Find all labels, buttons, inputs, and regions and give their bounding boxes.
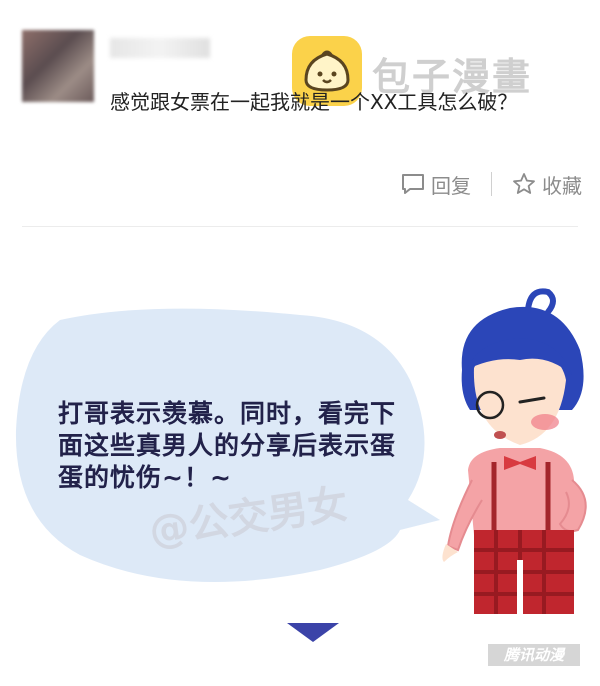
actions-divider: [491, 172, 492, 196]
reply-label: 回复: [431, 173, 471, 198]
comment-actions: 回复 收藏: [401, 168, 582, 200]
speech-bubble-text: 打哥表示羡慕。同时，看完下面这些真男人的分享后表示蛋蛋的忧伤~！~: [58, 399, 397, 492]
favorite-button[interactable]: 收藏: [512, 170, 582, 199]
section-divider: [22, 226, 578, 227]
username-blurred[interactable]: [110, 38, 210, 58]
favorite-label: 收藏: [542, 173, 582, 198]
comment-card: 包子漫畫 感觉跟女票在一起我就是一个XX工具怎么破？ 回复 收藏: [0, 0, 600, 230]
character-illustration: [442, 288, 587, 614]
avatar[interactable]: [22, 30, 94, 102]
chevron-down-icon: [287, 623, 339, 642]
reply-button[interactable]: 回复: [401, 170, 471, 199]
comment-icon: [402, 174, 424, 194]
comment-text: 感觉跟女票在一起我就是一个XX工具怎么破？: [110, 90, 518, 114]
publisher-logo: 腾讯动漫: [488, 644, 580, 666]
comic-panel: 打哥表示羡慕。同时，看完下面这些真男人的分享后表示蛋蛋的忧伤~！~ @公交男女 …: [0, 230, 600, 686]
star-icon: [513, 173, 535, 194]
